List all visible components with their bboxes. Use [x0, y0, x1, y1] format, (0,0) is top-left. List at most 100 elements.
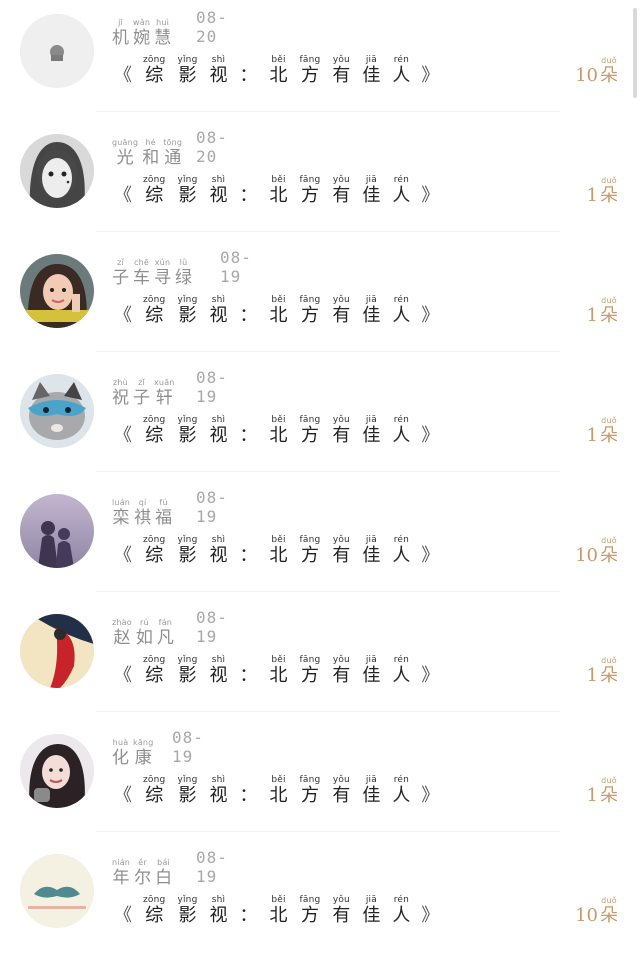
- hanzi: 祝: [112, 388, 129, 408]
- hanzi: 影: [178, 545, 197, 566]
- list-item[interactable]: jī 机 wǎn 婉 huì 慧 08-20 《 zōng 综 yǐng 影 shì 视： běi 北 fāng…: [0, 0, 640, 120]
- message-text: 《 zōng 综 yǐng 影 shì 视 ： běi 北 fāng 方 yǒu 有 jiā 佳 rén 人》: [112, 286, 441, 326]
- hanzi: 影: [178, 665, 197, 686]
- count-number: 1: [586, 425, 598, 446]
- list-item[interactable]: guāng 光 hé 和 tōng 通 08-20 《 zōng 综 yǐng 影 shì 视： běi 北 f…: [0, 120, 640, 240]
- list-item[interactable]: zhào 赵 rú 如 fán 凡 08-19 《 zōng 综 yǐng 影 shì 视： běi 北 fān…: [0, 600, 640, 720]
- list-item[interactable]: zhù 祝 zǐ 子 xuān 轩 08-19 《 zōng 综 yǐng 影 shì 视： běi 北 fān…: [0, 360, 640, 480]
- avatar[interactable]: [20, 134, 94, 208]
- message-char: yǐng 影: [177, 535, 197, 566]
- name-char: xún 寻: [154, 257, 171, 288]
- hanzi: 视: [209, 305, 228, 326]
- list-item[interactable]: huà 化 kāng 康 08-19 《 zōng 综 yǐng 影 shì 视： běi 北 fāng 方 y…: [0, 720, 640, 840]
- hanzi: 综: [145, 305, 164, 326]
- hanzi: 北: [269, 545, 288, 566]
- message-char: ：: [240, 775, 258, 806]
- message-char: běi 北: [270, 415, 288, 446]
- hanzi: 机: [112, 28, 129, 48]
- hanzi: 朵: [600, 785, 618, 806]
- hanzi: 综: [145, 185, 164, 206]
- hanzi: 人: [392, 185, 411, 206]
- flower-count: 1 duǒ 朵: [587, 646, 618, 686]
- message-date: 08-20: [196, 8, 228, 46]
- hanzi: 轩: [155, 388, 173, 408]
- sender-name[interactable]: guāng 光 hé 和 tōng 通: [112, 137, 182, 168]
- avatar[interactable]: [20, 14, 94, 88]
- hanzi: 朵: [600, 65, 618, 86]
- hanzi: 人: [392, 905, 411, 926]
- message-char: yǒu 有: [332, 895, 350, 926]
- sender-name[interactable]: zǐ 子 chē 车 xún 寻 lǜ 绿: [112, 257, 192, 288]
- avatar[interactable]: [20, 254, 94, 328]
- name-char: xuān 轩: [154, 377, 175, 408]
- message-char: yǐng 影: [177, 655, 197, 686]
- pinyin: kāng: [133, 738, 154, 747]
- avatar[interactable]: [20, 854, 94, 928]
- message-date: 08-19: [196, 368, 228, 406]
- divider: [96, 111, 560, 112]
- list-item[interactable]: luán 栾 qí 祺 fú 福 08-19 《 zōng 综 yǐng 影 shì 视： běi 北 fāng…: [0, 480, 640, 600]
- hanzi: 北: [269, 425, 288, 446]
- flower-count: 10 duǒ 朵: [575, 886, 618, 926]
- name-char: tōng 通: [163, 137, 182, 168]
- hanzi: 朵: [600, 305, 618, 326]
- hanzi: 佳: [362, 425, 381, 446]
- sender-name[interactable]: huà 化 kāng 康: [112, 737, 153, 768]
- flower-count: 1 duǒ 朵: [587, 166, 618, 206]
- hanzi: 综: [145, 65, 164, 86]
- hanzi: 有: [332, 665, 351, 686]
- list-item[interactable]: nián 年 ěr 尔 bái 白 08-19 《 zōng 综 yǐng 影 shì 视： běi 北 fān…: [0, 840, 640, 960]
- message-char: shì 视: [210, 535, 228, 566]
- message-char: zōng 综: [143, 55, 165, 86]
- pinyin: huì: [156, 18, 170, 27]
- hanzi: 和: [142, 148, 160, 168]
- message-char: shì 视: [210, 895, 228, 926]
- avatar[interactable]: [20, 374, 94, 448]
- hanzi: 朵: [600, 905, 618, 926]
- hanzi: 慧: [154, 28, 172, 48]
- message-char: yǒu 有: [332, 295, 350, 326]
- message-char: fāng 方: [300, 415, 321, 446]
- divider: [96, 591, 560, 592]
- sender-name[interactable]: zhào 赵 rú 如 fán 凡: [112, 617, 174, 648]
- pinyin: hé: [145, 138, 156, 147]
- name-char: chē 车: [133, 257, 150, 288]
- hanzi: 子: [112, 268, 129, 288]
- hanzi: 综: [145, 785, 164, 806]
- avatar[interactable]: [20, 614, 94, 688]
- close-bracket: 》: [421, 665, 440, 686]
- message-char: shì 视: [210, 55, 228, 86]
- message-char: rén 人: [392, 415, 410, 446]
- divider: [96, 231, 560, 232]
- message-char: fāng 方: [300, 535, 321, 566]
- hanzi: 方: [300, 185, 319, 206]
- sender-name[interactable]: luán 栾 qí 祺 fú 福: [112, 497, 172, 528]
- hanzi: 福: [155, 508, 173, 528]
- sender-name[interactable]: nián 年 ěr 尔 bái 白: [112, 857, 172, 888]
- hanzi: 综: [145, 425, 164, 446]
- sender-name[interactable]: zhù 祝 zǐ 子 xuān 轩: [112, 377, 175, 408]
- open-bracket: 《: [114, 65, 132, 86]
- pinyin: xún: [154, 258, 171, 267]
- message-char: ：: [240, 175, 258, 206]
- close-bracket: 》: [421, 305, 440, 326]
- open-bracket: 《: [114, 185, 132, 206]
- hanzi: 方: [300, 665, 319, 686]
- list-item[interactable]: zǐ 子 chē 车 xún 寻 lǜ 绿 08-19 《 zōng 综 yǐng 影 shì 视： běi 北 f…: [0, 240, 640, 360]
- name-char: wǎn 婉: [133, 17, 150, 48]
- message-char: fāng 方: [300, 895, 321, 926]
- message-char: rén 人: [392, 535, 410, 566]
- message-char: běi 北: [270, 535, 288, 566]
- message-text: 《 zōng 综 yǐng 影 shì 视 ： běi 北 fāng 方 yǒu 有 jiā 佳 rén 人》: [112, 646, 441, 686]
- avatar[interactable]: [20, 494, 94, 568]
- message-char: fāng 方: [300, 295, 321, 326]
- sender-name[interactable]: jī 机 wǎn 婉 huì 慧: [112, 17, 171, 48]
- hanzi: 视: [209, 785, 228, 806]
- scrollbar[interactable]: [633, 8, 637, 98]
- message-char: ：: [240, 535, 258, 566]
- avatar[interactable]: [20, 734, 94, 808]
- message-text: 《 zōng 综 yǐng 影 shì 视 ： běi 北 fāng 方 yǒu 有 jiā 佳 rén 人》: [112, 886, 441, 926]
- pinyin: luán: [112, 498, 131, 507]
- hanzi: 人: [392, 425, 411, 446]
- hanzi: ：: [239, 425, 258, 446]
